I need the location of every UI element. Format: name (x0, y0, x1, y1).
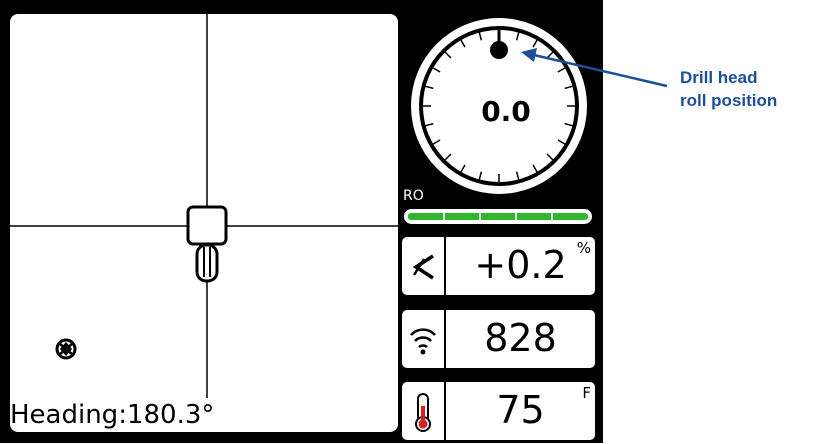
heading-label: Heading: (10, 400, 127, 430)
pitch-unit: % (576, 239, 591, 257)
rate-of-update-divider (551, 213, 553, 220)
temperature-value: 75 (496, 388, 545, 432)
pitch-readout: +0.2 % (402, 237, 595, 295)
locate-target-icon (55, 338, 77, 360)
heading-value: 180.3° (126, 400, 215, 430)
rate-of-update-label: RO (403, 188, 424, 204)
heading-readout: Heading:180.3° (10, 400, 214, 430)
temperature-readout: 75 F (402, 382, 595, 440)
rate-of-update-fill (408, 213, 588, 220)
drill-head-icon (186, 205, 228, 283)
locate-view: Heading:180.3° (10, 14, 398, 432)
thermometer-icon (402, 382, 446, 440)
rate-of-update-divider (443, 213, 445, 220)
rate-of-update-divider (515, 213, 517, 220)
roll-value: 0.0 (481, 95, 531, 128)
pitch-icon (402, 237, 446, 295)
signal-value: 828 (484, 316, 557, 360)
signal-icon (402, 310, 446, 368)
roll-pointer (490, 41, 508, 59)
signal-readout: 828 (402, 310, 595, 368)
annotation-line-2: roll position (680, 91, 778, 110)
roll-annotation: Drill head roll position (680, 66, 777, 112)
pitch-value: +0.2 (474, 243, 567, 287)
annotation-line-1: Drill head (680, 68, 758, 87)
rate-of-update-divider (479, 213, 481, 220)
temperature-unit: F (582, 384, 591, 402)
rate-of-update-bar (404, 209, 592, 224)
locate-crosshair (10, 14, 398, 398)
receiver-screen: Heading:180.3° 0.0 RO +0.2 % 828 75 F (0, 0, 603, 443)
